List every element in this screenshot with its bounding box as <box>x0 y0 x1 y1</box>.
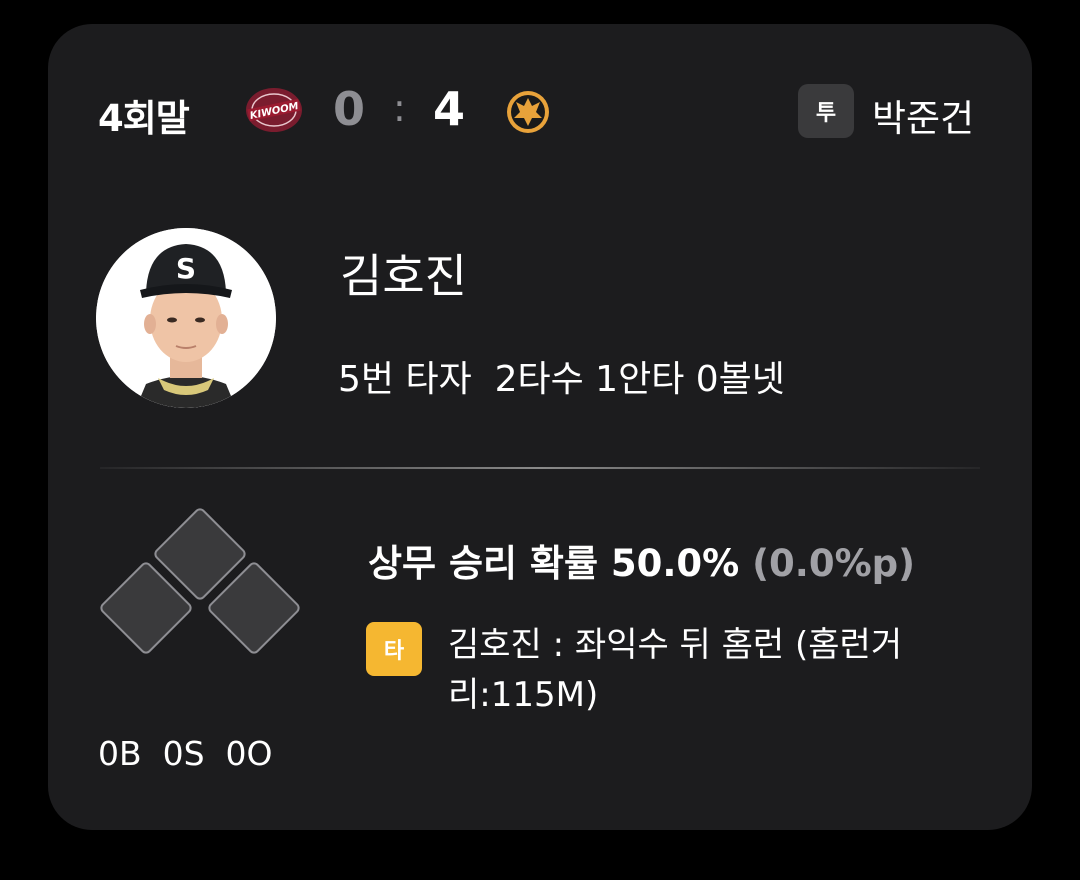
play-description: 김호진 : 좌익수 뒤 홈런 (홈런거리:115M) <box>448 625 903 715</box>
win-probability: 상무 승리 확률 50.0% (0.0%p) <box>368 533 915 587</box>
batter-stats: 5번 타자 2타수 1안타 0볼넷 <box>338 359 785 400</box>
win-probability-label: 상무 승리 확률 50.0% <box>368 542 740 585</box>
play-type-badge: 타 <box>366 622 422 676</box>
score-separator: : <box>393 86 406 130</box>
away-score: 0 <box>333 82 366 136</box>
inning-label: 4회말 <box>98 97 190 140</box>
pitcher-name[interactable]: 박준건 <box>872 88 974 142</box>
cap-letter: S <box>176 252 196 285</box>
batter-photo-icon: S <box>96 228 276 408</box>
home-score: 4 <box>433 82 466 136</box>
ball-strike-out-count: 0B 0S 0O <box>98 734 273 773</box>
pitcher-badge: 투 <box>798 84 854 138</box>
batter-name[interactable]: 김호진 <box>340 240 467 306</box>
kiwoom-logo-icon: KIWOOM <box>246 88 302 132</box>
win-probability-delta: (0.0%p) <box>752 542 916 585</box>
divider <box>100 467 980 469</box>
batter-avatar[interactable]: S <box>96 228 276 408</box>
sangmu-logo-icon <box>507 91 549 133</box>
